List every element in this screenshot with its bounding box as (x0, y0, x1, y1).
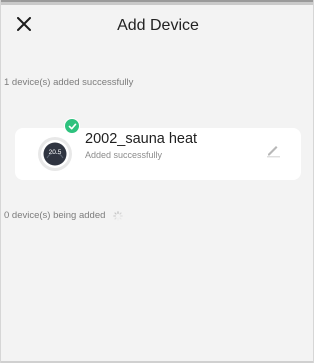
check-badge-icon (64, 118, 80, 134)
page-title: Add Device (117, 17, 199, 34)
header: Add Device (1, 5, 313, 49)
device-card[interactable]: 20.5 2002_sauna heat Added successfully (15, 118, 301, 180)
success-count-label: 1 device(s) added successfully (4, 77, 134, 88)
edit-pencil-icon (265, 145, 281, 162)
add-device-screen: Add Device 1 device(s) added successfull… (0, 0, 314, 363)
close-icon (17, 16, 31, 36)
device-name: 2002_sauna heat (85, 131, 198, 147)
edit-device-button[interactable] (265, 142, 281, 158)
loading-spinner-icon (113, 210, 124, 221)
close-button[interactable] (13, 13, 35, 39)
device-status: Added successfully (85, 150, 163, 160)
thermostat-reading: 20.5 (48, 149, 62, 156)
thermostat-device-image: 20.5 (37, 136, 73, 172)
adding-count-row: 0 device(s) being added (4, 210, 124, 221)
adding-count-label: 0 device(s) being added (4, 210, 106, 221)
